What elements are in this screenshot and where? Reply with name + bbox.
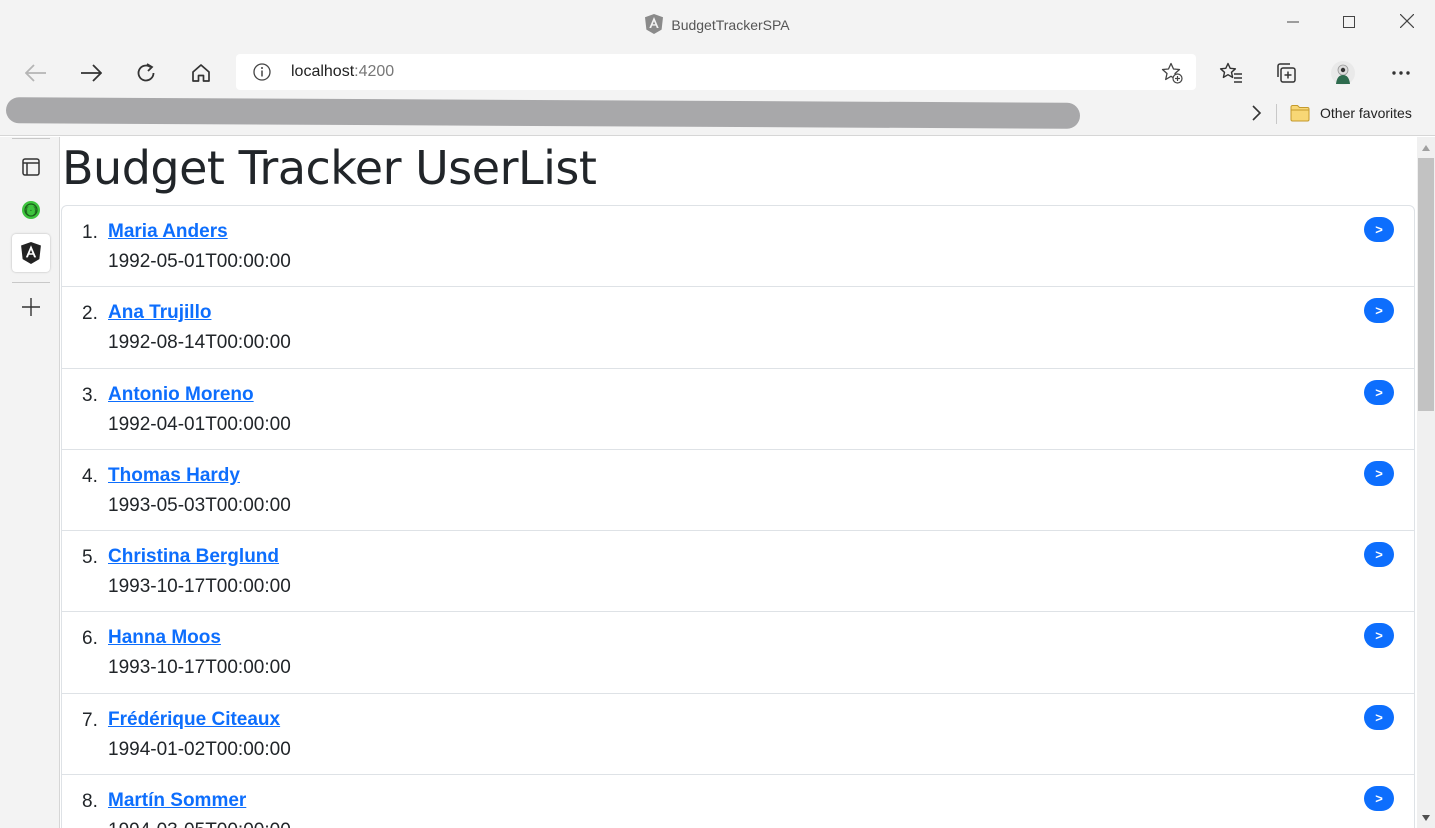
list-item-number: 4. xyxy=(82,465,98,487)
user-date: 1992-05-01T00:00:00 xyxy=(108,251,291,272)
user-date: 1992-08-14T00:00:00 xyxy=(108,332,291,354)
user-name-link[interactable]: Antonio Moreno xyxy=(108,384,254,406)
view-user-button[interactable]: > xyxy=(1364,623,1394,649)
view-user-button[interactable]: > xyxy=(1364,460,1394,486)
favorites-bar: Other favorites xyxy=(0,96,1435,136)
extension-logo-icon: {·} xyxy=(22,201,40,219)
sidebar-divider xyxy=(12,282,50,283)
close-button[interactable] xyxy=(1393,10,1421,38)
minimize-button[interactable] xyxy=(1279,10,1307,38)
profile-avatar-icon xyxy=(1331,61,1355,85)
add-favorite-icon[interactable] xyxy=(1161,62,1183,84)
more-dots-icon xyxy=(1392,71,1410,75)
sidebar-divider xyxy=(12,138,50,139)
view-user-button[interactable]: > xyxy=(1364,704,1394,730)
user-name-link[interactable]: Ana Trujillo xyxy=(108,302,211,324)
list-item: 7. Frédérique Citeaux 1994-01-02T00:00:00 > xyxy=(62,694,1414,776)
user-date: 1992-04-01T00:00:00 xyxy=(108,413,291,435)
site-info-icon[interactable] xyxy=(253,63,271,81)
window-title: BudgetTrackerSPA xyxy=(0,14,1435,34)
settings-more-button[interactable] xyxy=(1386,58,1416,88)
user-name-link[interactable]: Martín Sommer xyxy=(108,790,246,812)
user-name-link[interactable]: Thomas Hardy xyxy=(108,465,240,487)
user-name-link[interactable]: Maria Anders xyxy=(108,221,228,243)
user-date: 1994-03-05T00:00:00 xyxy=(108,820,291,828)
title-bar: BudgetTrackerSPA xyxy=(0,0,1435,50)
url-port: :4200 xyxy=(354,63,395,80)
user-date: 1993-10-17T00:00:00 xyxy=(108,657,291,679)
back-button[interactable] xyxy=(21,58,51,88)
svg-text:{·}: {·} xyxy=(24,207,38,217)
home-icon xyxy=(192,64,210,82)
forward-button[interactable] xyxy=(76,58,106,88)
user-name-link[interactable]: Frédérique Citeaux xyxy=(108,709,280,731)
address-bar[interactable]: localhost:4200 xyxy=(236,54,1196,90)
redacted-favorites xyxy=(5,97,1081,129)
list-item-number: 1. xyxy=(82,222,98,243)
vertical-scrollbar[interactable] xyxy=(1417,137,1435,828)
favorites-list-icon xyxy=(1219,62,1242,83)
list-item: 4. Thomas Hardy 1993-05-03T00:00:00 > xyxy=(62,450,1414,532)
list-item-number: 2. xyxy=(82,303,98,325)
folder-icon[interactable] xyxy=(1290,104,1310,122)
list-item: 1. Maria Anders 1992-05-01T00:00:00 > xyxy=(62,206,1414,288)
favorites-button[interactable] xyxy=(1216,58,1246,88)
user-list: 1. Maria Anders 1992-05-01T00:00:00 >2. Ana … xyxy=(61,205,1415,828)
angular-icon xyxy=(645,14,664,34)
profile-button[interactable] xyxy=(1328,58,1358,88)
collections-icon xyxy=(1277,63,1296,83)
user-date: 1993-05-03T00:00:00 xyxy=(108,494,291,516)
list-item-number: 7. xyxy=(82,709,98,731)
sidebar-extension-app[interactable]: {·} xyxy=(12,191,50,229)
list-item: 8. Martín Sommer 1994-03-05T00:00:00 > xyxy=(62,775,1414,828)
list-item-number: 6. xyxy=(82,628,98,650)
view-user-button[interactable]: > xyxy=(1364,542,1394,568)
angular-icon xyxy=(21,242,41,264)
view-user-button[interactable]: > xyxy=(1364,298,1394,324)
url-host: localhost xyxy=(291,63,355,80)
list-item: 3. Antonio Moreno 1992-04-01T00:00:00 > xyxy=(62,369,1414,450)
view-user-button[interactable]: > xyxy=(1364,217,1394,242)
back-arrow-icon xyxy=(25,64,46,82)
maximize-button[interactable] xyxy=(1335,10,1363,38)
browser-toolbar: localhost:4200 xyxy=(0,50,1435,96)
other-favorites-link[interactable]: Other favorites xyxy=(1320,105,1412,121)
scroll-down-arrow-icon[interactable] xyxy=(1422,815,1430,821)
sidebar-add-button[interactable] xyxy=(12,288,50,326)
forward-arrow-icon xyxy=(81,64,102,82)
chevron-right-icon[interactable] xyxy=(1247,104,1265,122)
home-button[interactable] xyxy=(186,58,216,88)
list-item: 2. Ana Trujillo 1992-08-14T00:00:00 > xyxy=(62,287,1414,369)
list-item-number: 8. xyxy=(82,791,98,813)
favorites-divider xyxy=(1276,104,1277,124)
user-date: 1993-10-17T00:00:00 xyxy=(108,576,291,598)
url-text[interactable]: localhost:4200 xyxy=(291,63,394,81)
page-content: Budget Tracker UserList 1. Maria Anders 19… xyxy=(61,137,1417,828)
sidebar-angular-app[interactable] xyxy=(12,234,50,272)
view-user-button[interactable]: > xyxy=(1364,379,1394,405)
window-title-text: BudgetTrackerSPA xyxy=(671,17,790,33)
refresh-button[interactable] xyxy=(131,58,161,88)
user-name-link[interactable]: Christina Berglund xyxy=(108,546,279,568)
user-date: 1994-01-02T00:00:00 xyxy=(108,738,291,760)
list-item: 5. Christina Berglund 1993-10-17T00:00:00 > xyxy=(62,531,1414,613)
browser-sidebar: {·} xyxy=(0,137,60,828)
list-item-number: 5. xyxy=(82,547,98,569)
scroll-up-arrow-icon[interactable] xyxy=(1422,145,1430,151)
refresh-icon xyxy=(137,63,155,82)
scrollbar-thumb[interactable] xyxy=(1418,158,1434,411)
view-user-button[interactable]: > xyxy=(1364,786,1394,812)
collections-button[interactable] xyxy=(1271,58,1301,88)
list-item-number: 3. xyxy=(82,384,98,406)
plus-icon xyxy=(22,298,40,316)
page-title: Budget Tracker UserList xyxy=(62,141,597,195)
user-name-link[interactable]: Hanna Moos xyxy=(108,627,221,649)
list-item: 6. Hanna Moos 1993-10-17T00:00:00 > xyxy=(62,612,1414,694)
sidebar-tab-actions[interactable] xyxy=(12,148,50,186)
tab-actions-icon xyxy=(22,158,40,176)
